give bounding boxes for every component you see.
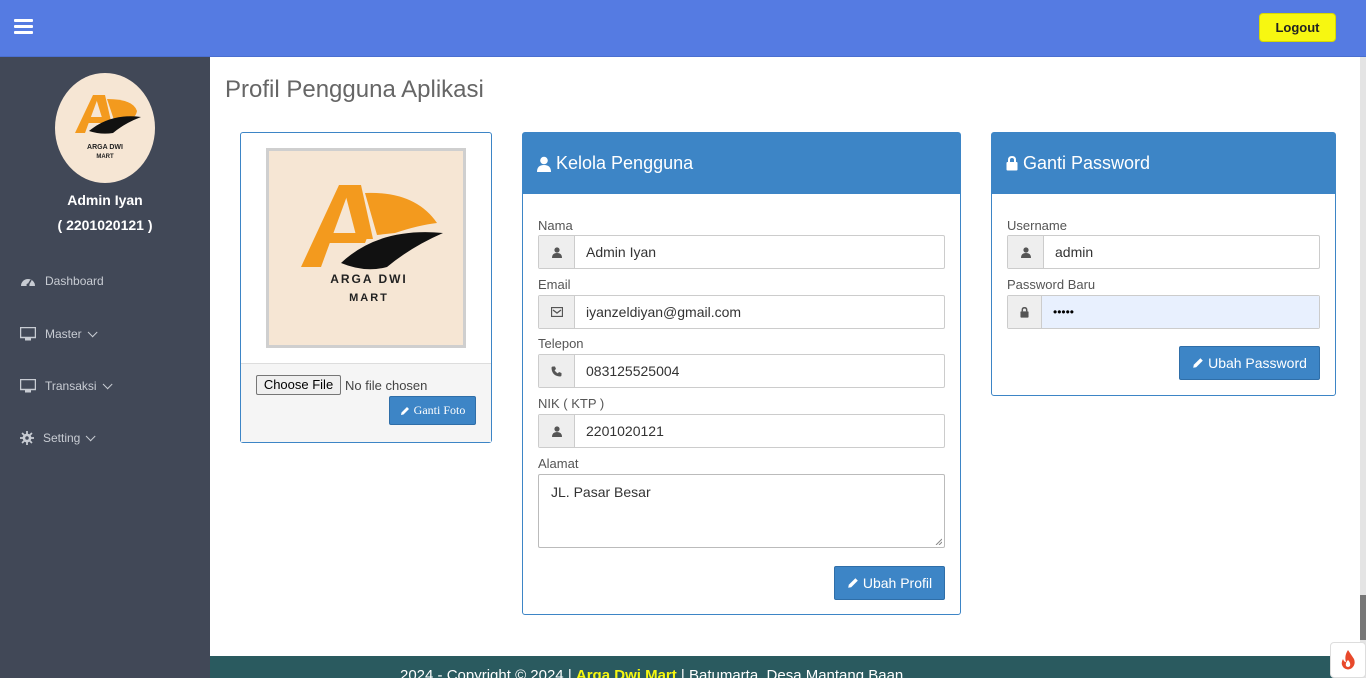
lock-icon [1020, 306, 1029, 318]
telepon-value: 083125525004 [586, 363, 680, 379]
telepon-label: Telepon [538, 336, 584, 351]
ubah-password-button[interactable]: Ubah Password [1179, 346, 1320, 380]
chevron-down-icon [102, 378, 113, 389]
pencil-icon [848, 578, 858, 588]
nama-label: Nama [538, 218, 573, 233]
username-label: Username [1007, 218, 1067, 233]
user-icon-addon [539, 415, 575, 447]
phone-icon-addon [539, 355, 575, 387]
alamat-textarea[interactable]: JL. Pasar Besar [538, 474, 945, 548]
nama-value: Admin Iyan [586, 244, 657, 260]
sidebar-item-setting[interactable]: Setting [20, 430, 96, 445]
sidebar: ARGA DWI MART Admin Iyan ( 2201020121 ) … [0, 57, 210, 678]
user-icon [1020, 246, 1031, 258]
fire-icon [1341, 650, 1355, 670]
ganti-foto-button[interactable]: Ganti Foto [389, 396, 476, 425]
user-icon [551, 425, 562, 437]
email-field[interactable]: iyanzeldiyan@gmail.com [538, 295, 945, 329]
ganti-password-header: Ganti Password [992, 133, 1335, 194]
ubah-password-label: Ubah Password [1208, 355, 1307, 371]
envelope-icon-addon [539, 296, 575, 328]
dashboard-icon [21, 279, 35, 287]
nik-label: NIK ( KTP ) [538, 396, 605, 411]
sidebar-item-transaksi[interactable]: Transaksi [20, 378, 113, 393]
sidebar-item-label: Master [45, 327, 82, 341]
lock-icon-addon [1008, 296, 1042, 328]
sidebar-item-dashboard[interactable]: Dashboard [20, 274, 104, 288]
kelola-pengguna-header: Kelola Pengguna [523, 133, 960, 194]
password-label: Password Baru [1007, 277, 1096, 292]
ganti-password-panel: Ganti Password Username admin Password B… [991, 132, 1336, 396]
footer-address: | Batumarta, Desa Mantang Baan [676, 667, 904, 678]
envelope-icon [550, 307, 563, 317]
nik-field[interactable]: 2201020121 [538, 414, 945, 448]
no-file-text: No file chosen [345, 378, 428, 393]
svg-text:MART: MART [96, 154, 114, 160]
page-title: Profil Pengguna Aplikasi [225, 76, 484, 103]
pencil-icon [1193, 358, 1203, 368]
ubah-profil-button[interactable]: Ubah Profil [834, 566, 945, 600]
footer-brand-link[interactable]: Arga Dwi Mart [576, 667, 677, 678]
chevron-down-icon [86, 430, 96, 441]
photo-panel: ARGA DWI MART Choose File No file chosen… [240, 132, 492, 443]
pencil-icon [400, 406, 409, 415]
svg-text:ARGA DWI: ARGA DWI [330, 272, 408, 286]
email-value: iyanzeldiyan@gmail.com [586, 304, 742, 320]
user-id: ( 2201020121 ) [57, 217, 153, 233]
resize-handle-icon[interactable] [935, 538, 942, 545]
ganti-password-title: Ganti Password [1023, 153, 1151, 173]
username-value: admin [1055, 244, 1094, 260]
username-field[interactable]: admin [1007, 235, 1320, 269]
phone-icon [551, 366, 562, 376]
ganti-foto-label: Ganti Foto [413, 403, 466, 417]
hamburger-menu-icon[interactable] [14, 19, 33, 35]
footer: 2024 - Copyright © 2024 | Arga Dwi Mart … [210, 656, 1366, 678]
footer-copyright: 2024 - Copyright © 2024 | [400, 667, 576, 678]
chevron-down-icon [87, 326, 98, 337]
sidebar-item-label: Transaksi [45, 379, 97, 393]
top-navbar: Logout [0, 0, 1366, 57]
scrollbar-thumb[interactable] [1360, 595, 1366, 640]
profile-photo: ARGA DWI MART [266, 148, 466, 348]
arga-dwi-mart-logo: ARGA DWI MART [301, 185, 443, 304]
choose-file-button[interactable]: Choose File [256, 375, 341, 395]
svg-text:ARGA DWI: ARGA DWI [87, 144, 123, 151]
avatar: ARGA DWI MART [55, 73, 155, 183]
sidebar-item-master[interactable]: Master [20, 326, 98, 341]
alamat-label: Alamat [538, 456, 579, 471]
sidebar-item-label: Dashboard [45, 274, 104, 288]
nama-field[interactable]: Admin Iyan [538, 235, 945, 269]
user-icon [551, 246, 562, 258]
kelola-pengguna-title: Kelola Pengguna [556, 153, 694, 173]
user-icon-addon [1008, 236, 1044, 268]
sidebar-item-label: Setting [43, 431, 81, 445]
gear-icon [20, 431, 34, 445]
alamat-value: JL. Pasar Besar [551, 484, 651, 500]
fire-icon-button[interactable] [1330, 642, 1366, 678]
lock-icon [1006, 156, 1018, 171]
kelola-pengguna-panel: Kelola Pengguna Nama Admin Iyan Email iy… [522, 132, 961, 615]
arga-dwi-mart-logo: ARGA DWI MART [75, 95, 141, 160]
email-label: Email [538, 277, 571, 292]
scrollbar-track[interactable] [1360, 57, 1366, 678]
photo-upload-area: Choose File No file chosen Ganti Foto [241, 363, 491, 442]
user-icon [537, 156, 551, 172]
monitor-icon [20, 327, 36, 341]
password-field[interactable]: ••••• [1007, 295, 1320, 329]
footer-text: 2024 - Copyright © 2024 | Arga Dwi Mart … [400, 667, 903, 678]
ubah-profil-label: Ubah Profil [862, 575, 933, 591]
monitor-icon [20, 379, 36, 393]
password-value: ••••• [1042, 296, 1319, 328]
nik-value: 2201020121 [586, 423, 664, 439]
logout-button[interactable]: Logout [1259, 13, 1336, 42]
user-name: Admin Iyan [67, 192, 143, 208]
telepon-field[interactable]: 083125525004 [538, 354, 945, 388]
svg-text:MART: MART [349, 292, 389, 304]
user-icon-addon [539, 236, 575, 268]
